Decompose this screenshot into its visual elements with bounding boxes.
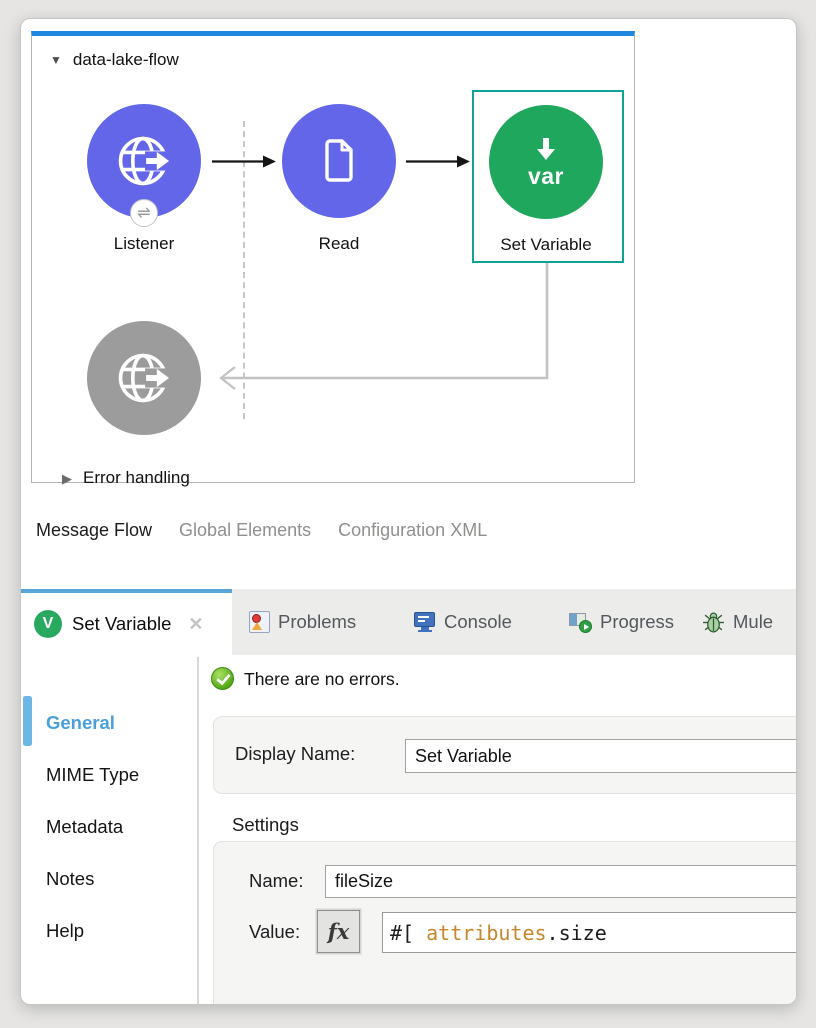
progress-label: Progress	[600, 611, 674, 633]
bug-icon	[702, 611, 725, 634]
flow-arrow-icon	[406, 155, 470, 168]
error-handling-label: Error handling	[83, 468, 190, 488]
tab-set-variable[interactable]: V Set Variable ✕	[21, 589, 232, 655]
tab-console[interactable]: Console	[414, 589, 512, 655]
variable-name-input[interactable]	[325, 865, 797, 898]
console-label: Console	[444, 611, 512, 633]
editor-tabs: Message Flow Global Elements Configurati…	[36, 520, 487, 541]
console-icon	[414, 611, 436, 633]
sidebar-item-notes[interactable]: Notes	[46, 868, 94, 890]
sidebar-active-indicator	[23, 696, 32, 746]
close-icon[interactable]: ✕	[188, 614, 203, 635]
display-name-label: Display Name:	[235, 743, 355, 765]
no-errors-check-icon	[211, 667, 234, 690]
settings-panel: Name: Value: fx #[ attributes.size	[213, 841, 797, 1005]
set-variable-label: Set Variable	[461, 235, 631, 255]
tab-mule-debugger[interactable]: Mule	[702, 589, 773, 655]
problems-icon	[249, 611, 270, 633]
read-label: Read	[254, 234, 424, 254]
flow-header: ▼ data-lake-flow	[50, 50, 179, 70]
mule-label: Mule	[733, 611, 773, 633]
set-variable-node[interactable]: var	[489, 105, 603, 219]
settings-heading: Settings	[232, 814, 299, 836]
globe-arrow-gray-icon	[112, 346, 176, 410]
error-handling-row: ▶ Error handling	[62, 468, 190, 488]
tab-progress[interactable]: Progress	[569, 589, 674, 655]
problems-label: Problems	[278, 611, 356, 633]
tab-global-elements[interactable]: Global Elements	[179, 520, 311, 541]
set-variable-tab-label: Set Variable	[72, 613, 171, 635]
progress-icon	[569, 611, 592, 633]
status-message: There are no errors.	[244, 669, 400, 690]
flow-container: ▼ data-lake-flow ⇌ Listener	[31, 31, 635, 483]
flow-title: data-lake-flow	[73, 50, 179, 70]
exchange-badge-icon: ⇌	[130, 199, 158, 227]
name-label: Name:	[249, 870, 304, 892]
response-node[interactable]	[87, 321, 201, 435]
sidebar-item-mime-type[interactable]: MIME Type	[46, 764, 139, 786]
file-icon	[309, 131, 369, 191]
value-expression-input[interactable]: #[ attributes.size	[382, 912, 797, 953]
collapse-triangle-icon[interactable]: ▼	[50, 54, 62, 66]
value-label: Value:	[249, 921, 300, 943]
sidebar-item-help[interactable]: Help	[46, 920, 84, 942]
display-name-input[interactable]	[405, 739, 797, 773]
set-variable-icon: var	[527, 138, 565, 190]
globe-arrow-icon	[112, 129, 176, 193]
display-name-panel: Display Name:	[213, 716, 797, 794]
tab-problems[interactable]: Problems	[249, 589, 356, 655]
set-variable-tab-icon: V	[34, 610, 62, 638]
expression-token: attributes	[426, 921, 546, 945]
expand-triangle-icon[interactable]: ▶	[62, 472, 72, 485]
read-node[interactable]	[282, 104, 396, 218]
tab-configuration-xml[interactable]: Configuration XML	[338, 520, 487, 541]
response-connector-line	[212, 263, 557, 391]
tab-message-flow[interactable]: Message Flow	[36, 520, 152, 541]
panel-tab-bar: V Set Variable ✕ Problems Console Progre…	[21, 589, 797, 655]
listener-label: Listener	[59, 234, 229, 254]
flow-arrow-icon	[212, 155, 276, 168]
sidebar-item-general[interactable]: General	[46, 712, 115, 734]
sidebar-item-metadata[interactable]: Metadata	[46, 816, 123, 838]
sidebar-divider	[197, 657, 199, 1004]
expression-prefix: #[	[390, 921, 426, 945]
expression-rest: .size	[547, 921, 607, 945]
fx-expression-button[interactable]: fx	[317, 910, 360, 953]
studio-window: ▼ data-lake-flow ⇌ Listener	[20, 18, 797, 1005]
